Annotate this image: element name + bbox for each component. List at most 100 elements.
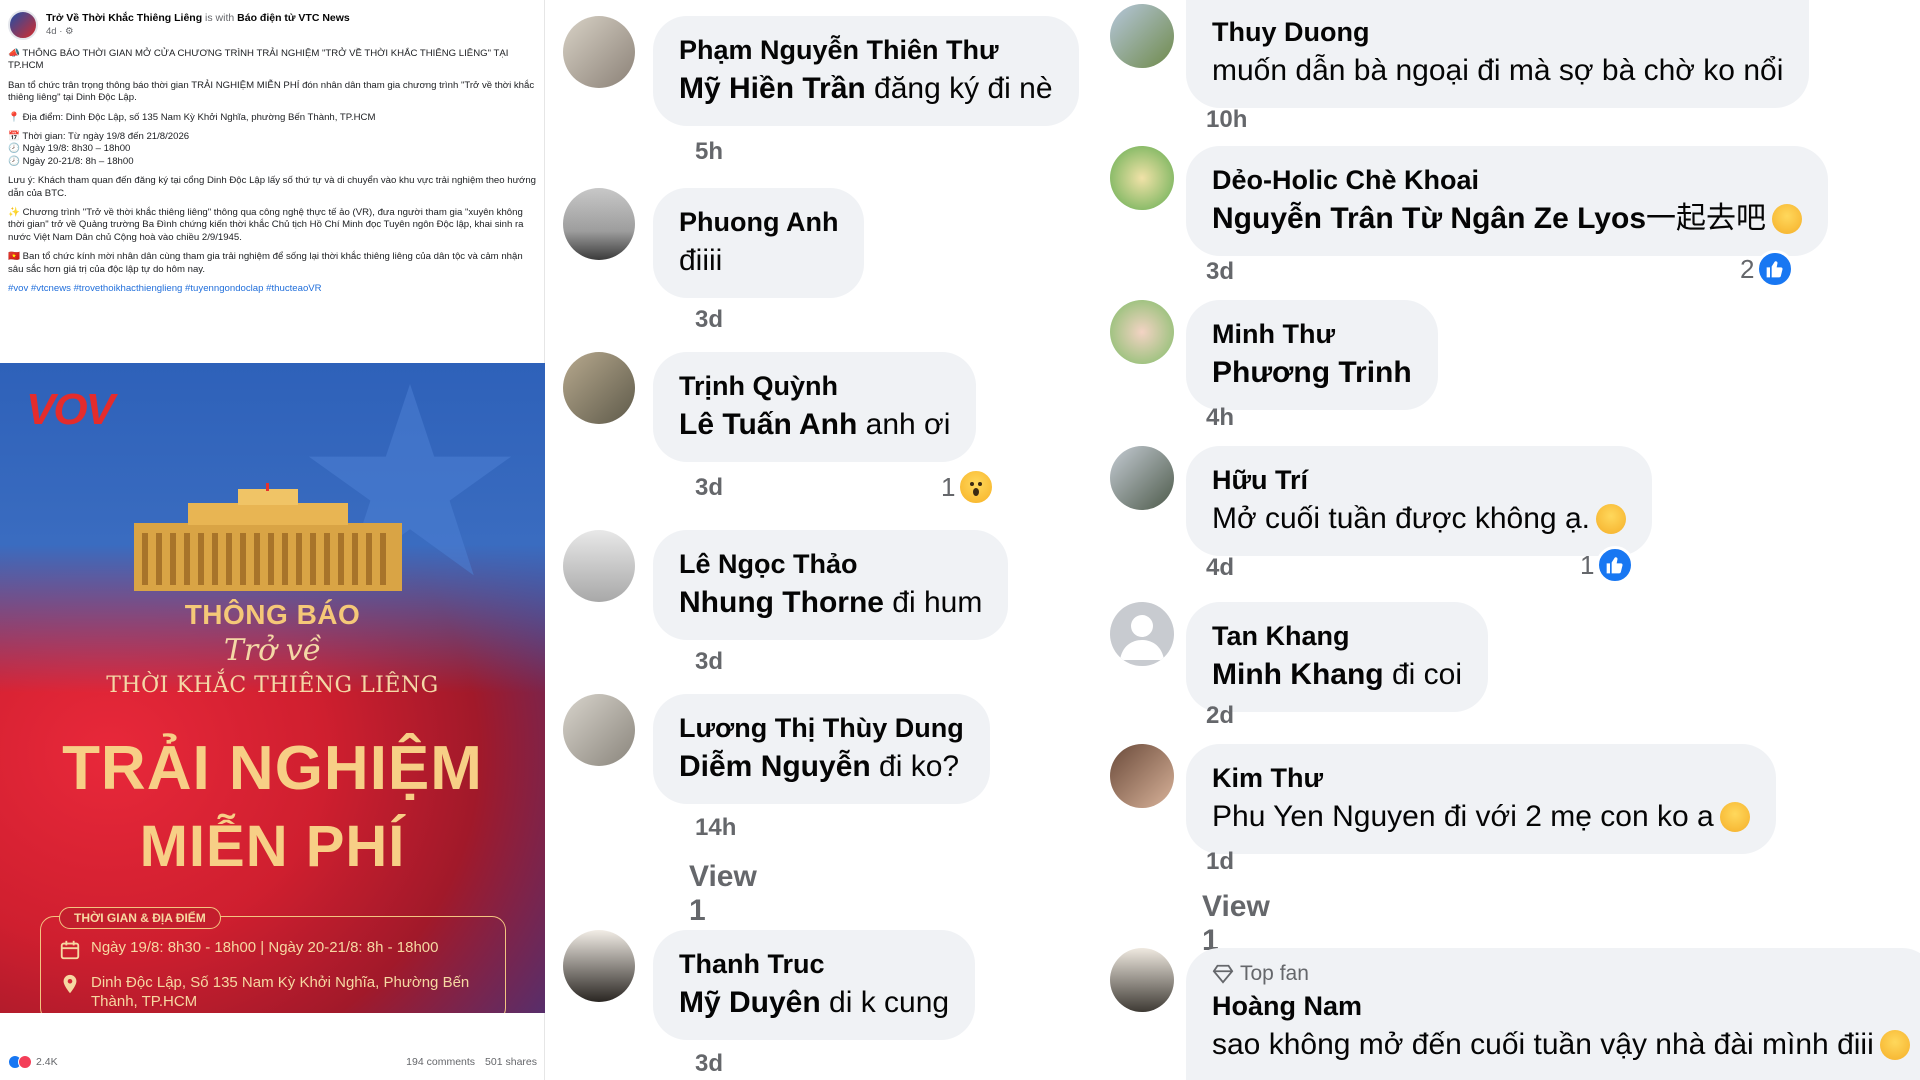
comment-time[interactable]: 3d <box>695 306 723 334</box>
comment-bubble: Thanh Truc Mỹ Duyên di k cung <box>653 930 976 1040</box>
tagged-user[interactable]: Lê Tuấn Anh <box>679 408 857 441</box>
post-header: Trở Về Thời Khắc Thiêng Liêng is with Bá… <box>0 0 544 44</box>
poster-script-title: Trở về <box>223 633 322 668</box>
reaction-icons[interactable] <box>8 1055 32 1069</box>
comment-time[interactable]: 10h <box>1206 106 1247 134</box>
comment-body: sao không mở đến cuối tuần vậy nhà đài m… <box>1212 1028 1874 1061</box>
tagged-user[interactable]: Minh Khang <box>1212 658 1384 691</box>
tagged-user[interactable]: Nguyễn Trân Từ Ngân Ze Lyos <box>1212 202 1646 235</box>
wow-reaction-icon <box>957 468 996 506</box>
comment-time[interactable]: 2d <box>1206 702 1234 730</box>
comment-text: Mỹ Hiền Trần đăng ký đi nè <box>679 68 1053 110</box>
reactions-count[interactable]: 2.4K <box>36 1056 58 1068</box>
tagged-user[interactable]: Phương Trinh <box>1212 356 1412 389</box>
comment-bubble: Minh Thư Phương Trinh <box>1186 300 1438 410</box>
commenter-name[interactable]: Tan Khang <box>1212 618 1462 654</box>
post-hashtags[interactable]: #vov #vtcnews #trovethoikhacthienglieng … <box>8 283 536 295</box>
comment-time[interactable]: 4h <box>1206 404 1234 432</box>
page-avatar[interactable] <box>8 10 38 40</box>
post-paragraph: Ban tổ chức trân trọng thông báo thời gi… <box>8 79 535 104</box>
avatar[interactable] <box>1110 446 1174 510</box>
commenter-name[interactable]: Trịnh Quỳnh <box>679 368 950 404</box>
commenter-name[interactable]: Thanh Truc <box>679 946 949 982</box>
comment-text: Minh Khang đi coi <box>1212 654 1462 696</box>
top-fan-badge: Top fan <box>1212 960 1910 988</box>
avatar[interactable] <box>1110 146 1174 210</box>
reaction-count: 2 <box>1740 253 1755 284</box>
palace-illustration <box>134 483 402 591</box>
commenter-name[interactable]: Phuong Anh <box>679 204 838 240</box>
avatar[interactable] <box>563 694 635 766</box>
tagged-page-name[interactable]: Báo điện tử VTC News <box>237 12 350 24</box>
post-image-poster[interactable]: VOV THÔNG BÁO Trở về THỜI KHẮC THIÊNG LI… <box>0 363 545 1013</box>
comment-bubble: Phuong Anh điiii <box>653 188 865 298</box>
commenter-name[interactable]: Phạm Nguyễn Thiên Thư <box>679 32 1053 68</box>
diamond-icon <box>1212 964 1234 984</box>
commenter-name[interactable]: Hữu Trí <box>1212 462 1626 498</box>
comment-text: Phu Yen Nguyen đi với 2 mẹ con ko a <box>1212 796 1750 838</box>
comment-bubble: Lương Thị Thùy Dung Diễm Nguyễn đi ko? <box>653 694 990 804</box>
poster-place-row: Dinh Độc Lập, Số 135 Nam Kỳ Khởi Nghĩa, … <box>59 973 479 1011</box>
shares-count[interactable]: 501 shares <box>485 1056 537 1068</box>
post-paragraph: 📣 THÔNG BÁO THỜI GIAN MỞ CỬA CHƯƠNG TRÌN… <box>8 48 509 72</box>
comment-time[interactable]: 3d <box>1206 258 1234 286</box>
post-timestamp[interactable]: 4d · ⚙ <box>46 25 350 39</box>
post-paragraph: 📍 Địa điểm: Dinh Độc Lập, số 135 Nam Kỳ … <box>8 111 376 123</box>
avatar[interactable] <box>1110 602 1174 666</box>
comment-text: Diễm Nguyễn đi ko? <box>679 746 964 788</box>
tagged-user[interactable]: Mỹ Duyên <box>679 986 821 1019</box>
comment-bubble: Thuy Duong muốn dẫn bà ngoại đi mà sợ bà… <box>1186 0 1810 108</box>
commenter-name[interactable]: Hoàng Nam <box>1212 988 1910 1024</box>
comment-body: anh ơi <box>857 408 951 441</box>
tagged-user[interactable]: Diễm Nguyễn <box>679 750 871 783</box>
comment-time[interactable]: 1d <box>1206 848 1234 876</box>
avatar[interactable] <box>563 16 635 88</box>
avatar[interactable] <box>1110 4 1174 68</box>
comments-count[interactable]: 194 comments <box>406 1056 475 1068</box>
crying-emoji-icon <box>1595 504 1626 534</box>
tagged-user[interactable]: Nhung Thorne <box>679 586 884 619</box>
post-body: 📣 THÔNG BÁO THỜI GIAN MỞ CỬA CHƯƠNG TRÌN… <box>0 44 544 296</box>
comment-time[interactable]: 3d <box>695 648 723 676</box>
comment-time[interactable]: 3d <box>695 474 723 502</box>
with-text: is with <box>205 12 235 24</box>
avatar[interactable] <box>563 930 635 1002</box>
avatar[interactable] <box>563 188 635 260</box>
comment-reactions[interactable]: 1 <box>941 468 996 506</box>
comment-time[interactable]: 3d <box>695 1050 723 1078</box>
comment-body: Phu Yen Nguyen đi với 2 mẹ con ko a <box>1212 800 1714 833</box>
avatar[interactable] <box>1110 948 1174 1012</box>
poster-place-text: Dinh Độc Lập, Số 135 Nam Kỳ Khởi Nghĩa, … <box>91 974 470 1010</box>
comment-time[interactable]: 4d <box>1206 554 1234 582</box>
comment-body: đăng ký đi nè <box>865 72 1053 105</box>
comments-column-middle: Phạm Nguyễn Thiên Thư Mỹ Hiền Trần đăng … <box>545 0 1110 1080</box>
comment-time[interactable]: 14h <box>695 814 736 842</box>
avatar[interactable] <box>563 530 635 602</box>
avatar[interactable] <box>1110 300 1174 364</box>
love-reaction-icon <box>18 1055 32 1069</box>
post-paragraph: ✨ Chương trình "Trở về thời khắc thiêng … <box>8 207 524 243</box>
commenter-name[interactable]: Lê Ngọc Thảo <box>679 546 982 582</box>
commenter-name[interactable]: Kim Thư <box>1212 760 1750 796</box>
comment-reactions[interactable]: 1 <box>1580 546 1635 584</box>
comment-bubble: Hữu Trí Mở cuối tuần được không ạ. <box>1186 446 1652 556</box>
poster-notice: THÔNG BÁO <box>184 599 361 630</box>
avatar[interactable] <box>563 352 635 424</box>
comment-bubble: Tan Khang Minh Khang đi coi <box>1186 602 1489 712</box>
commenter-name[interactable]: Dẻo-Holic Chè Khoai <box>1212 162 1802 198</box>
comment-time[interactable]: 5h <box>695 138 723 166</box>
commenter-name[interactable]: Lương Thị Thùy Dung <box>679 710 964 746</box>
comment-body: đi ko? <box>870 750 960 783</box>
comment-body: 一起去吧 <box>1646 202 1767 235</box>
page-name[interactable]: Trở Về Thời Khắc Thiêng Liêng <box>46 12 202 24</box>
tagged-user[interactable]: Mỹ Hiền Trần <box>679 72 866 105</box>
avatar[interactable] <box>1110 744 1174 808</box>
comment-text: Lê Tuấn Anh anh ơi <box>679 404 950 446</box>
post-paragraph: Lưu ý: Khách tham quan đến đăng ký tại c… <box>8 175 536 199</box>
comment-reactions[interactable]: 2 <box>1740 250 1795 288</box>
comment-body: đi coi <box>1383 658 1463 691</box>
comment-text: sao không mở đến cuối tuần vậy nhà đài m… <box>1212 1024 1910 1066</box>
commenter-name[interactable]: Minh Thư <box>1212 316 1412 352</box>
reaction-count: 1 <box>941 471 956 502</box>
commenter-name[interactable]: Thuy Duong <box>1212 14 1783 50</box>
